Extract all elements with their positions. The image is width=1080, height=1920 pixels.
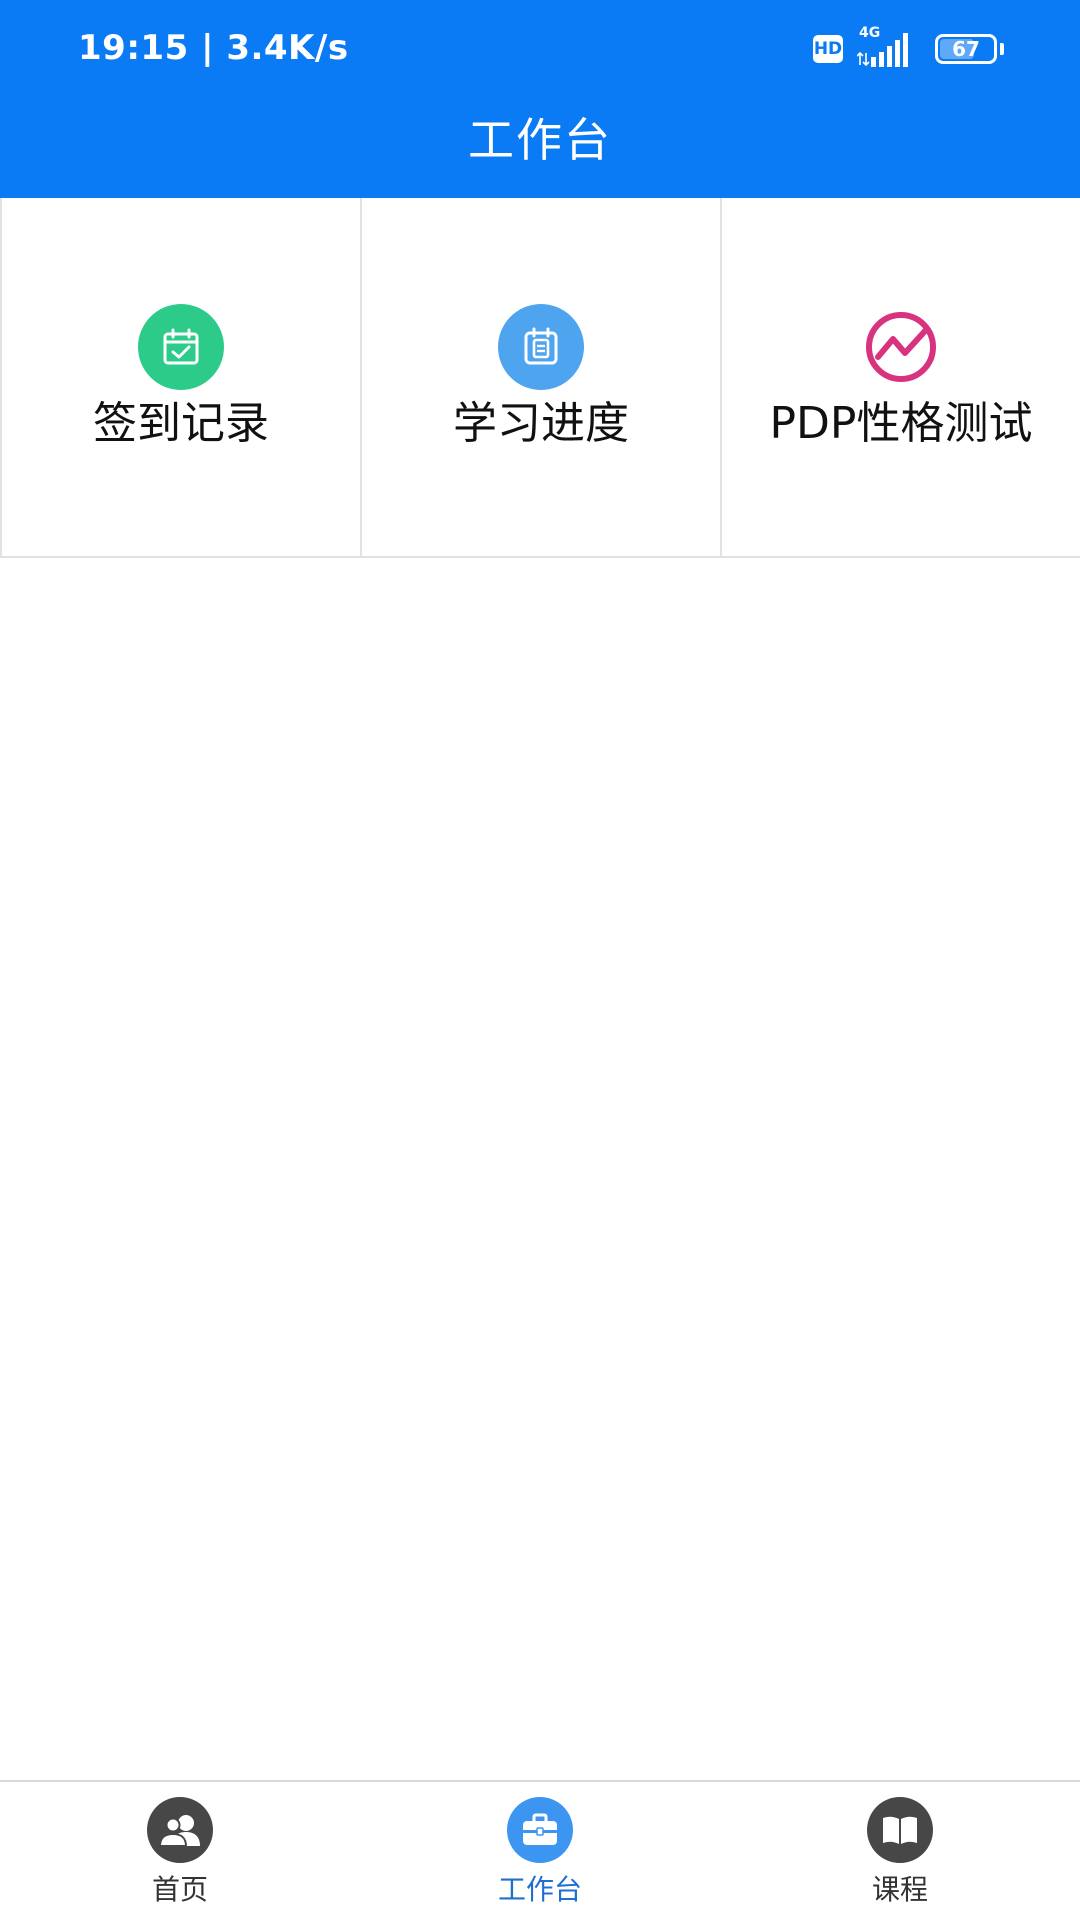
- calendar-check-icon: [138, 304, 224, 390]
- notebook-icon: [498, 304, 584, 390]
- briefcase-icon: [507, 1797, 573, 1863]
- book-icon: [867, 1797, 933, 1863]
- grid-item-label: 签到记录: [93, 398, 269, 449]
- app-header: 19:15 | 3.4K/s HD 4G 67 工作台: [0, 0, 1080, 198]
- status-indicators: HD 4G 67: [813, 25, 1004, 70]
- signal-strength-icon: 4G: [857, 25, 917, 69]
- page-title: 工作台: [468, 113, 612, 167]
- battery-icon: 67: [935, 34, 1004, 64]
- grid-item-label: PDP性格测试: [769, 398, 1033, 449]
- tab-label: 首页: [151, 1873, 208, 1906]
- status-time: 19:15 | 3.4K/s: [78, 28, 349, 68]
- grid-item-study-progress[interactable]: 学习进度: [362, 198, 722, 556]
- trend-chart-icon: [858, 304, 944, 390]
- tab-workbench[interactable]: 工作台: [360, 1782, 720, 1920]
- tab-course[interactable]: 课程: [720, 1782, 1080, 1920]
- grid-item-checkin-record[interactable]: 签到记录: [2, 198, 362, 556]
- bottom-tab-bar: 首页 工作台 课程: [0, 1780, 1080, 1920]
- tab-label: 工作台: [497, 1873, 582, 1906]
- hd-badge: HD: [813, 35, 843, 63]
- grid-item-pdp-test[interactable]: PDP性格测试: [722, 198, 1080, 556]
- tab-label: 课程: [871, 1873, 928, 1906]
- tab-home[interactable]: 首页: [0, 1782, 360, 1920]
- workbench-grid: 签到记录 学习进度 PDP性格测试: [0, 198, 1080, 558]
- battery-percent: 67: [952, 37, 980, 61]
- status-bar: 19:15 | 3.4K/s HD 4G 67: [0, 0, 1080, 98]
- grid-item-label: 学习进度: [453, 398, 629, 449]
- users-icon: [147, 1797, 213, 1863]
